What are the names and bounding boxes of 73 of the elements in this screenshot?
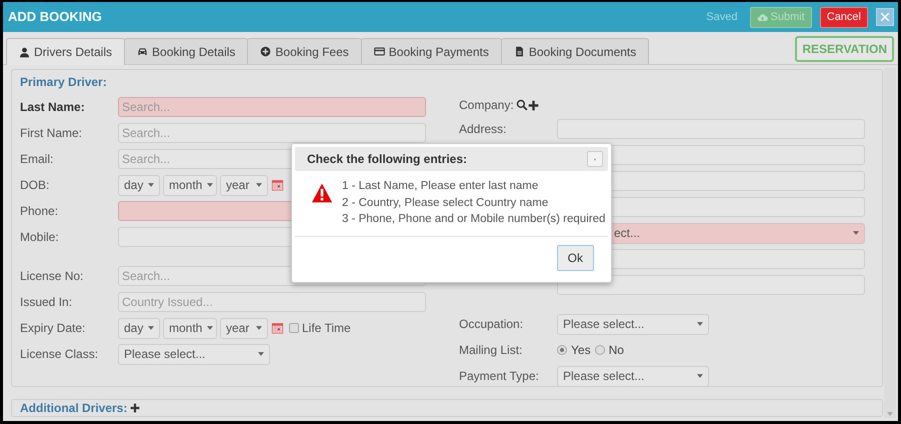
caret-icon <box>256 326 262 330</box>
credit-card-icon <box>374 46 385 57</box>
warning-icon <box>311 183 333 203</box>
close-button[interactable] <box>876 8 894 26</box>
field-label: Email: <box>20 151 54 168</box>
select-field[interactable]: day <box>118 318 160 338</box>
caret-icon <box>148 182 154 187</box>
close-button[interactable] <box>587 151 603 167</box>
plus-icon <box>130 403 140 413</box>
radio-label: No <box>608 342 624 359</box>
field-label: DOB: <box>20 177 50 194</box>
field-label: Mailing List: <box>459 342 524 359</box>
select-field[interactable]: year <box>220 174 268 196</box>
message-text: 1 - Last Name, Please enter last name <box>342 179 540 194</box>
checkbox[interactable] <box>289 323 299 333</box>
input-field[interactable] <box>557 119 865 139</box>
tab[interactable]: Booking Documents <box>500 38 650 64</box>
calendar-icon <box>271 322 284 334</box>
field-label: First Name: <box>20 125 84 142</box>
radio-button[interactable] <box>557 345 567 355</box>
tab[interactable]: Drivers Details <box>6 38 126 65</box>
plus-circle-icon <box>260 46 272 57</box>
field-label: Expiry Date: <box>20 320 86 337</box>
caret-icon <box>697 374 703 378</box>
message-text: 2 - Country, Please select Country name <box>342 196 550 210</box>
field-label: Company: <box>459 97 514 114</box>
field-label: License Class: <box>20 346 100 363</box>
field-label: Payment Type: <box>459 368 540 385</box>
radio-label: Yes <box>571 342 591 359</box>
select-field[interactable]: month <box>163 174 217 196</box>
select-field[interactable]: day <box>118 174 160 196</box>
calendar-icon <box>271 179 284 191</box>
tab[interactable]: Booking Details <box>124 38 248 64</box>
caret-icon <box>256 182 262 187</box>
radio-button[interactable] <box>594 345 605 355</box>
field-label: Last Name: <box>20 99 86 116</box>
plus-icon <box>528 100 539 110</box>
cancel-button[interactable]: Cancel <box>820 6 868 28</box>
field-label: Issued In: <box>20 294 74 311</box>
document-icon <box>514 46 525 57</box>
select-field[interactable]: month <box>163 318 217 338</box>
tab[interactable]: Booking Payments <box>360 38 502 64</box>
caret-icon <box>207 326 214 330</box>
field-label: Mobile: <box>20 229 60 246</box>
status-text: Saved <box>706 10 738 25</box>
car-icon <box>137 46 148 57</box>
caret-icon <box>697 322 703 326</box>
search-icon <box>516 99 528 111</box>
tab[interactable]: Booking Fees <box>247 38 362 64</box>
field-label: Phone: <box>20 203 60 220</box>
section-legend: Primary Driver: <box>20 73 874 91</box>
close-icon <box>880 12 890 22</box>
select-field[interactable]: Please select... <box>118 344 270 364</box>
user-icon <box>19 46 30 58</box>
input-field[interactable] <box>557 275 865 295</box>
field-label: Occupation: <box>459 316 524 333</box>
caret-icon <box>148 326 154 330</box>
checkbox-label: Life Time <box>302 320 351 337</box>
scroll-arrow-icon <box>887 412 893 416</box>
ok-button[interactable]: Ok <box>556 245 594 271</box>
cloud-upload-icon <box>756 12 768 22</box>
status-badge: RESERVATION <box>795 36 894 62</box>
section-legend: Additional Drivers: <box>20 399 128 417</box>
window-title: ADD BOOKING <box>8 8 103 26</box>
field-label: License No: <box>20 268 84 285</box>
field-label: Address: <box>459 121 508 138</box>
caret-icon <box>853 230 859 235</box>
select-field[interactable]: year <box>220 318 268 338</box>
select-field[interactable]: Please select... <box>557 314 709 334</box>
scrollbar[interactable] <box>884 68 896 418</box>
caret-icon <box>207 182 214 187</box>
caret-icon <box>258 352 264 356</box>
select-field[interactable]: Please select... <box>557 366 709 386</box>
